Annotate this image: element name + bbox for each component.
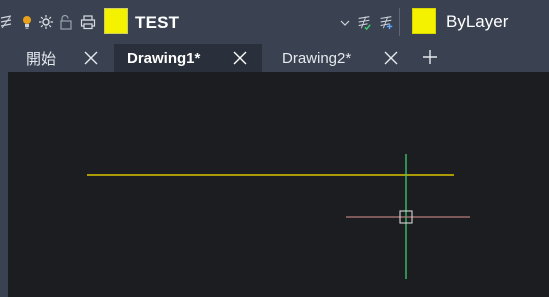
color-swatch[interactable]: [412, 8, 436, 34]
color-dropdown-label[interactable]: ByLayer: [446, 12, 508, 32]
make-current-layer-icon[interactable]: [356, 13, 372, 31]
layer-toolbar: TEST ByLayer: [0, 0, 549, 44]
close-icon[interactable]: [384, 51, 398, 65]
lightbulb-icon[interactable]: [19, 13, 35, 31]
tab-label: Drawing2*: [282, 49, 352, 67]
chevron-down-icon[interactable]: [339, 16, 351, 28]
file-tab-bar: 開始 Drawing1* Drawing2*: [8, 44, 549, 72]
close-icon[interactable]: [233, 51, 247, 65]
tab-label: Drawing1*: [127, 49, 201, 67]
tab-start[interactable]: 開始: [8, 44, 114, 72]
layer-off-icon[interactable]: [0, 13, 14, 31]
cad-application: TEST ByLayer 開始 Drawing1* Drawing2*: [0, 0, 549, 297]
close-icon[interactable]: [84, 51, 98, 65]
current-layer-name[interactable]: TEST: [135, 13, 179, 33]
lock-icon[interactable]: [58, 13, 74, 31]
canvas-drawing: [87, 154, 470, 279]
toolbar-separator: [399, 8, 400, 36]
sun-freeze-icon[interactable]: [38, 13, 54, 31]
tab-label: 開始: [26, 50, 57, 68]
tab-drawing2[interactable]: Drawing2*: [262, 44, 408, 72]
tab-drawing1[interactable]: Drawing1*: [114, 44, 262, 72]
plus-icon[interactable]: [422, 49, 438, 65]
print-icon[interactable]: [80, 13, 96, 31]
drawing-canvas[interactable]: [8, 72, 549, 297]
match-layer-icon[interactable]: [378, 13, 394, 31]
layer-color-swatch[interactable]: [104, 8, 128, 34]
